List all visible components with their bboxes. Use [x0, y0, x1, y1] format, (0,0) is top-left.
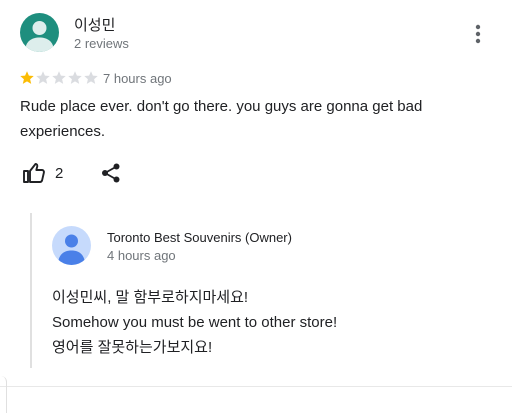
star-rating	[19, 70, 99, 86]
share-icon	[102, 163, 120, 183]
star-filled-icon	[20, 71, 34, 84]
reviewer-review-count: 2 reviews	[74, 36, 129, 51]
owner-avatar	[52, 226, 91, 265]
divider	[0, 386, 512, 387]
star-empty-icon	[36, 71, 50, 84]
star-empty-icon	[84, 71, 98, 84]
person-icon	[58, 234, 85, 265]
star-empty-icon	[68, 71, 82, 84]
thumbs-up-icon	[23, 163, 45, 183]
reply-indent-bar	[30, 213, 32, 368]
share-button[interactable]	[100, 162, 122, 184]
like-count: 2	[55, 164, 64, 182]
review-text: Rude place ever. don't go there. you guy…	[20, 98, 423, 140]
more-vert-icon[interactable]	[470, 22, 486, 46]
star-empty-icon	[52, 71, 66, 84]
review-time: 7 hours ago	[103, 71, 172, 86]
like-button[interactable]: 2	[22, 160, 63, 186]
owner-reply-text: 이성민씨, 말 함부로하지마세요! Somehow you must be we…	[52, 285, 492, 360]
reply-line: 이성민씨, 말 함부로하지마세요!	[52, 289, 249, 306]
reviewer-avatar[interactable]	[20, 13, 59, 52]
card-edge	[0, 376, 7, 413]
owner-name: Toronto Best Souvenirs (Owner)	[107, 230, 292, 245]
reviewer-name[interactable]: 이성민	[74, 14, 115, 35]
person-icon	[25, 21, 54, 52]
owner-reply-time: 4 hours ago	[107, 248, 176, 263]
reply-line: Somehow you must be went to other store!	[52, 314, 338, 331]
reply-line: 영어를 잘못하는가보지요!	[52, 339, 213, 356]
